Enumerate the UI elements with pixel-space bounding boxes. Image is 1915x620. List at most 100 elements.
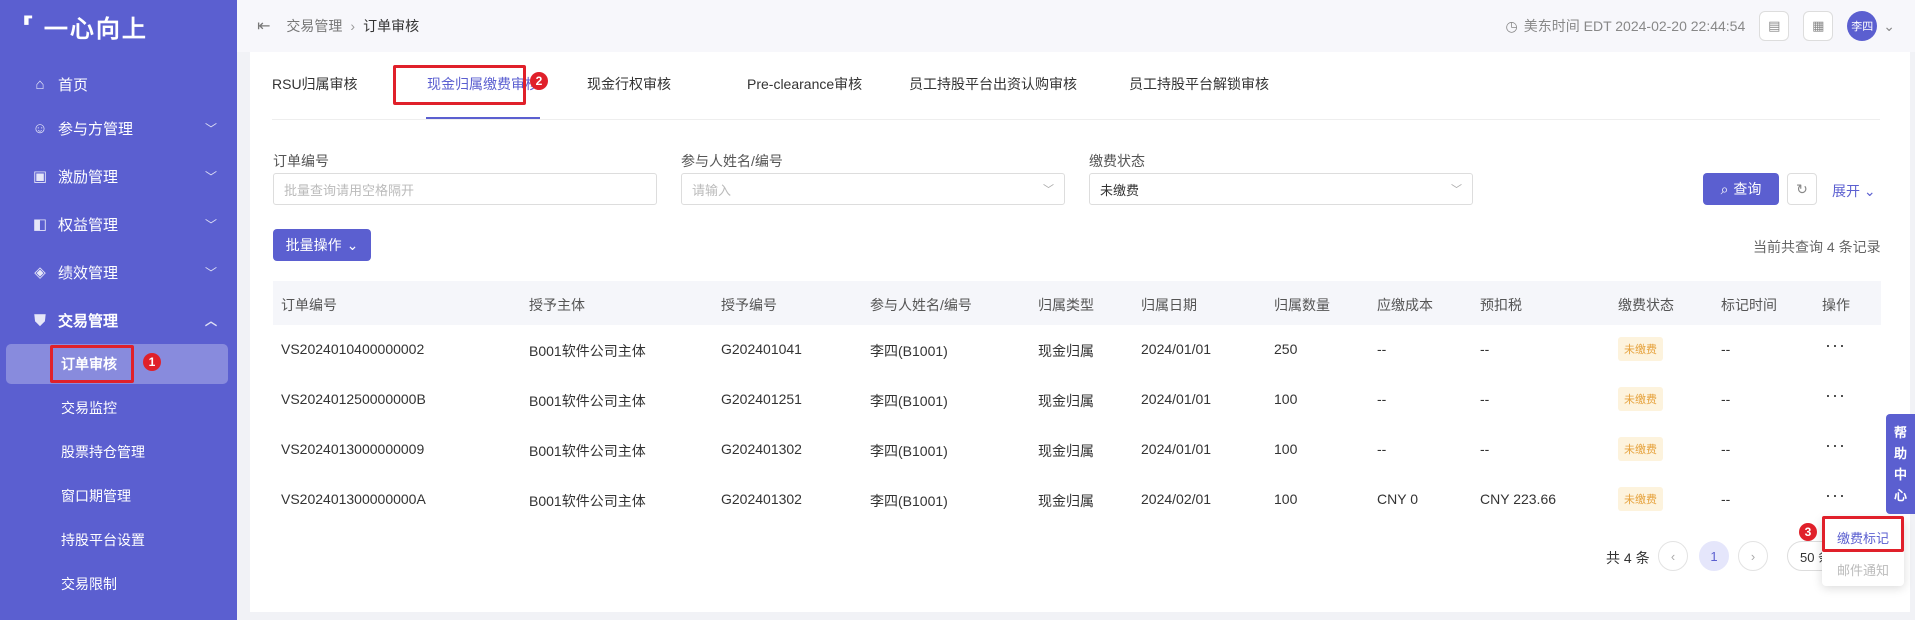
page-number[interactable]: 1 bbox=[1699, 541, 1729, 571]
reset-icon[interactable]: ↻ bbox=[1787, 173, 1817, 205]
participant-placeholder: 请输入 bbox=[692, 182, 732, 198]
column-header: 缴费状态 bbox=[1618, 297, 1674, 313]
more-actions-icon[interactable]: ··· bbox=[1825, 435, 1846, 456]
sidebar-item-label: 绩效管理 bbox=[58, 264, 119, 282]
chevron-down-icon: ﹀ bbox=[204, 217, 217, 232]
sidebar-subitem-trade-limits[interactable]: 交易限制 bbox=[0, 564, 237, 604]
chevron-down-icon[interactable]: ⌄ bbox=[1883, 18, 1895, 35]
sidebar-subitem-trade-monitor[interactable]: 交易监控 bbox=[0, 388, 237, 428]
help-char: 助 bbox=[1893, 446, 1907, 461]
sidebar-item-trade[interactable]: ⛊ 交易管理 ︿ bbox=[0, 300, 237, 340]
row-action-menu: 缴费标记 邮件通知 bbox=[1822, 518, 1904, 586]
table-cell: G202401041 bbox=[721, 341, 802, 357]
gift-icon: ▣ bbox=[32, 168, 48, 185]
participant-label: 参与人姓名/编号 bbox=[681, 153, 783, 169]
table-cell: 李四(B1001) bbox=[870, 443, 948, 459]
expand-link[interactable]: 展开 ⌄ bbox=[1832, 181, 1876, 201]
step-marker-3: 3 bbox=[1799, 523, 1817, 541]
table-cell: B001软件公司主体 bbox=[529, 343, 646, 359]
table-cell: -- bbox=[1721, 341, 1731, 357]
table-cell: 现金归属 bbox=[1038, 393, 1094, 409]
sidebar-item-participants[interactable]: ☺ 参与方管理 ﹀ bbox=[0, 108, 237, 148]
sidebar-subitem-label: 交易监控 bbox=[61, 400, 117, 416]
column-header: 归属类型 bbox=[1038, 297, 1094, 313]
sidebar-item-label: 首页 bbox=[58, 76, 89, 94]
order-no-input[interactable]: 批量查询请用空格隔开 bbox=[273, 173, 657, 205]
tab-platform-subscription[interactable]: 员工持股平台出资认购审核 bbox=[909, 74, 1077, 94]
logo-text: 一心向上 bbox=[43, 15, 148, 43]
batch-operations-button[interactable]: 批量操作 ⌄ bbox=[273, 229, 371, 261]
sidebar-item-equity[interactable]: ◧ 权益管理 ﹀ bbox=[0, 204, 237, 244]
help-char: 中 bbox=[1893, 467, 1907, 482]
next-page-icon[interactable]: › bbox=[1738, 541, 1768, 571]
app-logo[interactable]: ⸢ 一心向上 bbox=[0, 0, 237, 52]
header-actions: ◷ 美东时间 EDT 2024-02-20 22:44:54 ▤ ▦ 李四 ⌄ bbox=[1506, 0, 1895, 52]
menu-item-payment-mark[interactable]: 缴费标记 bbox=[1822, 528, 1904, 547]
table-cell: -- bbox=[1480, 341, 1490, 357]
menu-collapse-icon[interactable]: ⇤ bbox=[257, 16, 270, 36]
tab-cash-exercise[interactable]: 现金行权审核 bbox=[587, 74, 671, 94]
tab-pre-clearance[interactable]: Pre-clearance审核 bbox=[747, 74, 862, 94]
clipboard-icon[interactable]: ▤ bbox=[1759, 11, 1790, 41]
prev-page-icon[interactable]: ‹ bbox=[1658, 541, 1688, 571]
table-cell: -- bbox=[1377, 441, 1387, 457]
tab-bar: RSU归属审核 现金归属缴费审核 现金行权审核 Pre-clearance审核 … bbox=[272, 52, 1880, 120]
sidebar-subitem-window-period[interactable]: 窗口期管理 bbox=[0, 476, 237, 516]
status-select[interactable]: 未缴费 ﹀ bbox=[1089, 173, 1473, 205]
sidebar-subitem-holdings[interactable]: 股票持仓管理 bbox=[0, 432, 237, 472]
table-cell: -- bbox=[1721, 491, 1731, 507]
sidebar-item-incentive[interactable]: ▣ 激励管理 ﹀ bbox=[0, 156, 237, 196]
status-label: 缴费状态 bbox=[1089, 153, 1145, 169]
breadcrumb-item[interactable]: 交易管理 bbox=[286, 16, 342, 36]
sidebar-subitem-platform-settings[interactable]: 持股平台设置 bbox=[0, 520, 237, 560]
tab-rsu-vesting[interactable]: RSU归属审核 bbox=[272, 74, 358, 94]
column-header: 预扣税 bbox=[1480, 297, 1522, 313]
table-cell: VS2024013000000009 bbox=[281, 441, 425, 457]
table-cell: -- bbox=[1480, 391, 1490, 407]
active-tab-indicator bbox=[426, 117, 540, 119]
table-cell: 100 bbox=[1274, 441, 1298, 457]
table-cell: 2024/01/01 bbox=[1141, 341, 1212, 357]
chart-icon: ◈ bbox=[34, 264, 46, 281]
batch-operations-label: 批量操作 bbox=[285, 237, 342, 253]
table-cell: -- bbox=[1721, 441, 1731, 457]
table-cell: 2024/01/01 bbox=[1141, 391, 1212, 407]
table-cell: G202401302 bbox=[721, 441, 802, 457]
menu-item-email-notify[interactable]: 邮件通知 bbox=[1822, 560, 1904, 579]
chevron-down-icon: ﹀ bbox=[1451, 184, 1462, 196]
sidebar-item-home[interactable]: ⌂ 首页 bbox=[0, 64, 237, 104]
more-actions-icon[interactable]: ··· bbox=[1825, 335, 1846, 356]
sidebar-item-performance[interactable]: ◈ 绩效管理 ﹀ bbox=[0, 252, 237, 292]
tab-cash-vesting-payment[interactable]: 现金归属缴费审核 bbox=[427, 74, 539, 94]
table-cell: -- bbox=[1377, 341, 1387, 357]
table-cell: CNY 223.66 bbox=[1480, 491, 1557, 507]
top-header: ⇤ 交易管理 › 订单审核 ◷ 美东时间 EDT 2024-02-20 22:4… bbox=[237, 0, 1915, 52]
breadcrumb: 交易管理 › 订单审核 bbox=[286, 16, 419, 36]
column-header: 操作 bbox=[1822, 297, 1850, 313]
status-badge: 未缴费 bbox=[1618, 387, 1663, 411]
sidebar-item-label: 交易管理 bbox=[58, 312, 119, 330]
table-cell: CNY 0 bbox=[1377, 491, 1418, 507]
table-row: VS2024010400000002 B001软件公司主体 G202401041… bbox=[273, 325, 1881, 375]
help-center-tab[interactable]: 帮 助 中 心 bbox=[1886, 414, 1915, 514]
sidebar-subitem-order-review[interactable]: 订单审核 bbox=[6, 344, 228, 384]
sidebar-item-label: 参与方管理 bbox=[58, 120, 134, 138]
column-header: 参与人姓名/编号 bbox=[870, 297, 972, 313]
table-cell: -- bbox=[1721, 391, 1731, 407]
document-icon[interactable]: ▦ bbox=[1803, 11, 1834, 41]
more-actions-icon[interactable]: ··· bbox=[1825, 385, 1846, 406]
table-cell: B001软件公司主体 bbox=[529, 393, 646, 409]
status-value: 未缴费 bbox=[1100, 182, 1140, 198]
participant-select[interactable]: 请输入 ﹀ bbox=[681, 173, 1065, 205]
table-cell: 250 bbox=[1274, 341, 1298, 357]
search-button[interactable]: ⌕ 查询 bbox=[1703, 173, 1779, 205]
table-cell: 李四(B1001) bbox=[870, 393, 948, 409]
table-row: VS2024013000000009 B001软件公司主体 G202401302… bbox=[273, 425, 1881, 475]
avatar[interactable]: 李四 bbox=[1847, 11, 1878, 41]
help-char: 帮 bbox=[1893, 425, 1907, 440]
trade-icon: ⛊ bbox=[34, 311, 46, 329]
more-actions-icon[interactable]: ··· bbox=[1825, 485, 1846, 506]
table-cell: G202401302 bbox=[721, 491, 802, 507]
tab-platform-unlock[interactable]: 员工持股平台解锁审核 bbox=[1129, 74, 1269, 94]
table-cell: 100 bbox=[1274, 391, 1298, 407]
